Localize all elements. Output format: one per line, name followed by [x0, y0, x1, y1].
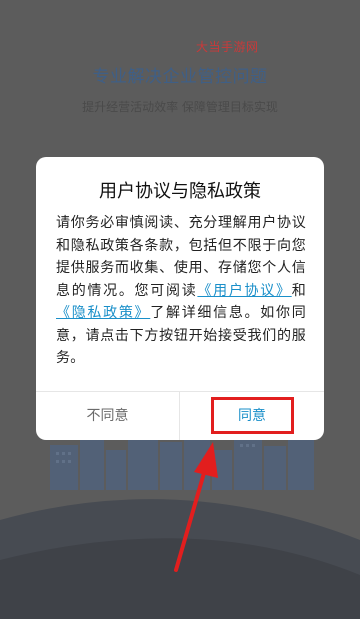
agree-highlight-box — [211, 397, 294, 434]
dialog-body-and: 和 — [291, 282, 306, 299]
user-agreement-link[interactable]: 《用户协议》 — [197, 283, 291, 299]
background-title: 专业解决企业管控问题 — [92, 67, 268, 87]
splash-screen: 大当手游网 专业解决企业管控问题 提升经营活动效率 保障管理目标实现 用户协议与… — [0, 0, 360, 619]
dialog-body: 请你务必审慎阅读、充分理解用户协议和隐私政策各条款，包括但不限于向您提供服务而收… — [56, 212, 306, 370]
privacy-policy-link[interactable]: 《隐私政策》 — [56, 305, 150, 321]
dialog-title: 用户协议与隐私政策 — [99, 181, 261, 202]
disagree-button[interactable]: 不同意 — [36, 392, 179, 440]
background-subtitle: 提升经营活动效率 保障管理目标实现 — [82, 100, 278, 114]
watermark-text: 大当手游网 — [196, 40, 259, 54]
